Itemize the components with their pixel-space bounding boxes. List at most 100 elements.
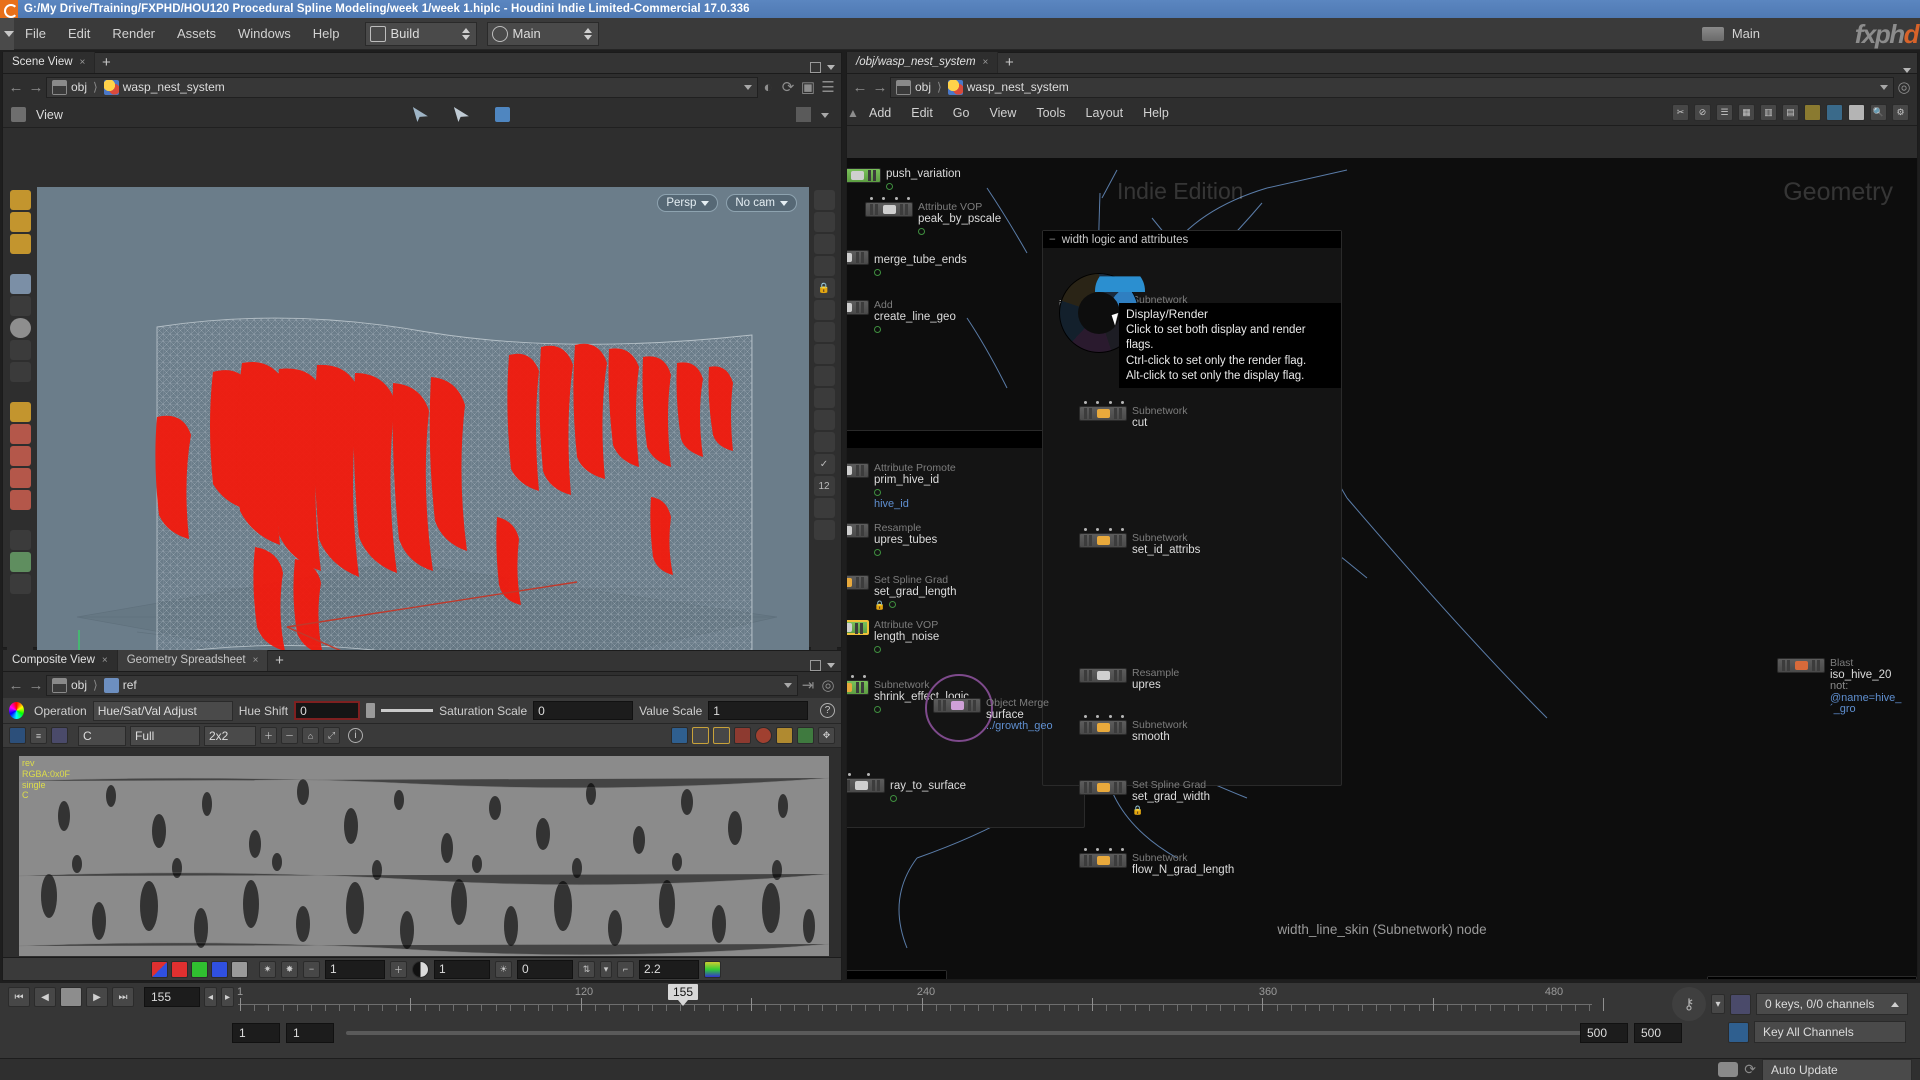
- range-end-input[interactable]: 500: [1580, 1023, 1628, 1043]
- node-surface-body[interactable]: [933, 698, 981, 713]
- exposure-input[interactable]: 1: [325, 959, 385, 979]
- tab-scene-view[interactable]: Scene View ×: [3, 52, 96, 73]
- display-flag-icon[interactable]: [874, 646, 881, 654]
- node-set-grad-length[interactable]: Set Spline Grad set_grad_length 🔒: [847, 574, 956, 611]
- add-tab-button[interactable]: +: [95, 52, 117, 73]
- node-cut-body[interactable]: [1079, 401, 1127, 421]
- composite-path-chevron-down-icon[interactable]: [784, 682, 792, 688]
- tool-rotate-icon[interactable]: [9, 552, 31, 572]
- play-button[interactable]: ▶: [86, 987, 108, 1007]
- cop-view-list-icon[interactable]: ≡: [30, 727, 47, 744]
- exposure-icon[interactable]: ✸: [281, 960, 298, 978]
- tool-curve-icon[interactable]: [9, 362, 31, 382]
- node-flow-n-grad-length-body[interactable]: [1079, 848, 1127, 868]
- go-to-end-button[interactable]: ⏭: [112, 987, 134, 1007]
- display-points-icon[interactable]: [813, 190, 835, 210]
- composite-maximize-icon[interactable]: [810, 660, 821, 671]
- network-menu-layout[interactable]: Layout: [1076, 100, 1134, 126]
- lock-icon[interactable]: 🔒: [1132, 805, 1143, 815]
- node-merge-tube-ends-body[interactable]: [847, 250, 869, 265]
- desktop-dropdown[interactable]: Build: [364, 21, 477, 46]
- node-push-variation-body[interactable]: [847, 168, 881, 183]
- tool-pan-icon[interactable]: [9, 234, 31, 254]
- display-shaded-icon[interactable]: [813, 234, 835, 254]
- zoom-out-icon[interactable]: －: [281, 727, 298, 744]
- network-menu-tools[interactable]: Tools: [1026, 100, 1075, 126]
- network-menu-add[interactable]: Add: [859, 100, 901, 126]
- channel-red-icon[interactable]: [171, 960, 188, 978]
- display-flag-icon[interactable]: [890, 795, 897, 803]
- node-iso-hive-20-body[interactable]: [1777, 658, 1825, 673]
- node-smooth[interactable]: Subnetwork smooth: [1079, 715, 1187, 743]
- channel-blue-icon[interactable]: [211, 960, 228, 978]
- pick-arrow-icon[interactable]: [453, 107, 469, 122]
- node-set-id-attribs[interactable]: Subnetwork set_id_attribs: [1079, 528, 1200, 556]
- range-start-input[interactable]: 1: [232, 1023, 280, 1043]
- paint-brush-icon[interactable]: [734, 727, 751, 744]
- display-light-icon[interactable]: [813, 344, 835, 364]
- channel-list-icon[interactable]: [1730, 993, 1751, 1015]
- tab-composite-close-icon[interactable]: ×: [102, 650, 108, 671]
- viewport-layout-icon[interactable]: [796, 107, 811, 122]
- network-forward-arrow-icon[interactable]: →: [870, 77, 890, 97]
- composite-add-tab-button[interactable]: +: [268, 650, 290, 671]
- display-flag-icon[interactable]: [874, 269, 881, 277]
- menu-assets[interactable]: Assets: [166, 18, 227, 50]
- display-flag-icon[interactable]: [874, 549, 881, 557]
- tool-scale-icon[interactable]: [9, 574, 31, 594]
- display-flag-icon[interactable]: [874, 706, 881, 714]
- network-pane-chevron-down-icon[interactable]: [1903, 68, 1911, 73]
- path-options-icon[interactable]: ☰: [818, 77, 838, 97]
- menu-help[interactable]: Help: [302, 18, 351, 50]
- node-peak-by-pscale[interactable]: Attribute VOP peak_by_pscale: [865, 197, 1001, 238]
- step-back-button[interactable]: ◀: [34, 987, 56, 1007]
- channel-alpha-icon[interactable]: [231, 960, 248, 978]
- tab-geo-close-icon[interactable]: ×: [253, 650, 259, 671]
- network-note-icon[interactable]: ▤: [1782, 104, 1799, 121]
- saturation-scale-input[interactable]: 0: [533, 701, 634, 720]
- select-arrow-icon[interactable]: [412, 107, 428, 122]
- viewport-type-dropdown[interactable]: Persp: [657, 194, 719, 212]
- tab-network-close-icon[interactable]: ×: [983, 52, 989, 73]
- network-menu-go[interactable]: Go: [943, 100, 980, 126]
- display-axis-icon[interactable]: [813, 498, 835, 518]
- node-iso-hive-20[interactable]: Blast iso_hive_20 not: @name=hive_´_gro: [1777, 657, 1917, 716]
- display-flag-icon[interactable]: [886, 183, 893, 191]
- key-dropdown-chevron-down-icon[interactable]: ▾: [1711, 994, 1725, 1014]
- network-scroll-up-icon[interactable]: ▲: [847, 106, 859, 120]
- display-flag-icon[interactable]: [874, 489, 881, 497]
- menu-render[interactable]: Render: [101, 18, 166, 50]
- range-start2-input[interactable]: 1: [286, 1023, 334, 1043]
- node-smooth-body[interactable]: [1079, 715, 1127, 735]
- display-wireframe-icon[interactable]: [813, 212, 835, 232]
- play-stop-button[interactable]: [60, 987, 82, 1007]
- node-surface[interactable]: Object Merge surface ../growth_geo: [933, 697, 1053, 733]
- node-set-id-attribs-body[interactable]: [1079, 528, 1127, 548]
- node-merge-tube-ends[interactable]: merge_tube_ends: [847, 250, 967, 279]
- netbox-surface-shaping-header[interactable]: − surface shaping: [847, 971, 946, 979]
- camera-dropdown[interactable]: No cam: [726, 194, 797, 212]
- network-bypass-icon[interactable]: ⊘: [1694, 104, 1711, 121]
- netbox-holes-system-header[interactable]: − holes system: [1708, 977, 1916, 979]
- node-input-connectors[interactable]: [1084, 528, 1124, 531]
- network-search-icon[interactable]: 🔍: [1870, 104, 1887, 121]
- path-bookmark-icon[interactable]: ◐: [758, 77, 778, 97]
- maximize-pane-icon[interactable]: [810, 62, 821, 73]
- takes-dropdown[interactable]: Main: [486, 21, 599, 46]
- viewport-3d[interactable]: x Persp No cam Indie Edition: [37, 187, 809, 697]
- channel-green-icon[interactable]: [191, 960, 208, 978]
- tool-sphere-icon[interactable]: [9, 318, 31, 338]
- composite-back-arrow-icon[interactable]: ←: [6, 675, 26, 695]
- menu-collapse-arrow-icon[interactable]: [0, 17, 14, 50]
- tool-orbit-icon[interactable]: [9, 212, 31, 232]
- display-lock-icon[interactable]: 🔒: [813, 278, 835, 298]
- compare-a-icon[interactable]: [671, 727, 688, 744]
- network-back-arrow-icon[interactable]: ←: [850, 77, 870, 97]
- value-scale-input[interactable]: 1: [708, 701, 809, 720]
- tool-select-icon[interactable]: [9, 274, 31, 294]
- node-shrink-effect-logic-body[interactable]: [847, 675, 869, 695]
- node-create-line-geo-body[interactable]: [847, 300, 869, 315]
- node-prim-hive-id[interactable]: Attribute Promote prim_hive_id hive_id: [847, 462, 956, 510]
- tool-paint-icon[interactable]: [9, 402, 31, 422]
- node-cut[interactable]: Subnetwork cut: [1079, 401, 1187, 429]
